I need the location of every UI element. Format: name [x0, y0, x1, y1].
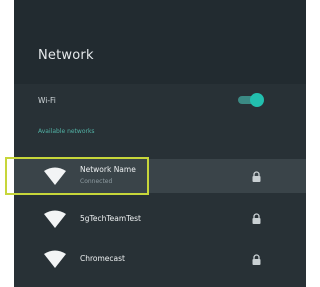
panel-header — [14, 0, 306, 84]
wifi-toggle[interactable] — [238, 93, 264, 107]
page-title: Network — [38, 48, 94, 63]
toggle-knob — [250, 93, 264, 107]
available-networks-header: Available networks — [38, 128, 95, 135]
network-name: Chromecast — [80, 254, 125, 263]
wifi-icon — [44, 250, 66, 268]
wifi-icon — [44, 210, 66, 228]
network-name: 5gTechTeamTest — [80, 214, 141, 223]
network-row[interactable]: Chromecast — [14, 244, 306, 278]
lock-icon — [252, 171, 261, 182]
lock-icon — [252, 254, 261, 265]
wifi-toggle-label: Wi-Fi — [38, 96, 56, 105]
lock-icon — [252, 213, 261, 224]
selection-highlight — [5, 157, 149, 195]
network-row[interactable]: 5gTechTeamTest — [14, 202, 306, 236]
